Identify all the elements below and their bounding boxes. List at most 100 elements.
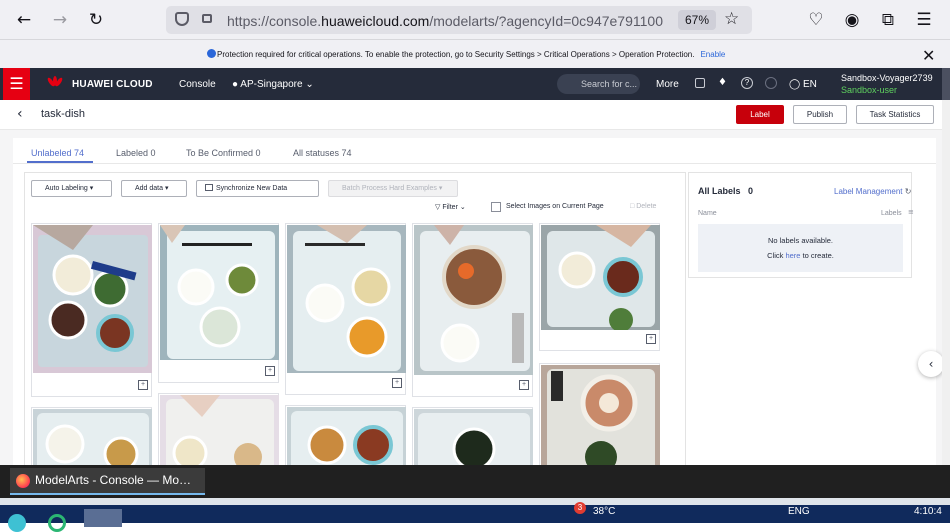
bookmark-star-icon[interactable]: ☆ [724,9,739,29]
page-scrollbar[interactable] [942,100,950,465]
caret-down-icon: ▾ [164,185,169,192]
forward-arrow-icon[interactable]: → [49,9,71,31]
zoom-icon[interactable]: + [392,378,402,388]
empty-state: No labels available. Click here to creat… [698,224,903,272]
clock[interactable]: 4:10:4 [914,506,942,517]
funnel-icon: ▽ [435,203,441,211]
tab-to-be-confirmed[interactable]: To Be Confirmed 0 [186,148,261,158]
zoom-level[interactable]: 67% [678,10,716,30]
language-selector[interactable]: ◯ EN [789,79,817,90]
user-menu[interactable]: Sandbox-Voyager2739 Sandbox-user [841,72,933,96]
account-icon[interactable]: ◉ [841,9,863,31]
create-hint: Click here to create. [767,251,834,260]
add-data-button[interactable]: Add data ▾ [121,180,187,197]
scrollbar[interactable] [942,68,950,100]
app-icon-active[interactable] [84,509,122,527]
shield-icon[interactable] [175,12,189,26]
trash-icon: □ [630,203,635,210]
column-labels: Labels [881,210,902,217]
notice-text: Protection required for critical operati… [217,50,695,59]
all-labels-title: All Labels 0 [698,186,754,196]
dish-image[interactable] [414,225,533,375]
task-header: ‹ task-dish Label Publish Task Statistic… [0,100,950,130]
browser-toolbar: ← → ↻ https://console.huaweicloud.com/mo… [0,0,950,40]
more-menu[interactable]: More [656,79,679,90]
zoom-icon[interactable]: + [519,380,529,390]
url-text[interactable]: https://console.huaweicloud.com/modelart… [227,13,672,29]
dish-image[interactable] [541,225,660,330]
dish-image[interactable] [287,225,406,373]
url-bar[interactable]: https://console.huaweicloud.com/modelart… [166,6,752,34]
delete-button[interactable]: □ Delete [630,203,656,210]
publish-button[interactable]: Publish [793,105,847,124]
zoom-icon[interactable]: + [646,334,656,344]
search-input[interactable]: Search for c... [557,74,640,94]
console-header: ☰ HUAWEI CLOUD Console ● AP-Singapore ⌄ … [0,68,950,100]
hamburger-menu-icon[interactable]: ☰ [3,68,30,100]
image-tile[interactable]: + [31,223,152,397]
dish-image[interactable] [33,225,152,373]
select-page-label: Select Images on Current Page [506,203,604,210]
enable-link[interactable]: Enable [700,50,725,59]
menu-icon[interactable]: ☰ [913,9,935,31]
caret-down-icon: ▾ [438,185,443,192]
brand-name[interactable]: HUAWEI CLOUD [72,79,153,90]
notification-badge: 3 [574,502,586,514]
window-taskbar: ModelArts - Console — Mo… [0,465,950,498]
batch-process-hard-examples-button[interactable]: Batch Process Hard Examples ▾ [328,180,458,197]
image-tile[interactable]: + [412,223,533,397]
zoom-icon[interactable]: + [265,366,275,376]
select-page-checkbox[interactable] [491,202,501,212]
label-management-link[interactable]: Label Management ↻ [834,187,911,196]
feedback-icon[interactable] [765,77,777,89]
region-selector[interactable]: ● AP-Singapore ⌄ [232,79,314,90]
close-icon[interactable]: ✕ [922,46,935,65]
app-icon[interactable] [48,514,66,532]
dish-image[interactable] [541,365,660,477]
back-chevron-icon[interactable]: ‹ [17,106,23,122]
taskbar-window-title: ModelArts - Console — Mo… [35,473,192,487]
bell-icon[interactable]: ♦ [718,77,727,88]
dish-image[interactable] [160,225,279,360]
user-name: Sandbox-Voyager2739 [841,73,933,83]
tab-labeled[interactable]: Labeled 0 [116,148,156,158]
back-arrow-icon[interactable]: ← [13,9,35,31]
column-name: Name [698,210,717,217]
system-taskbar: 3 38°C ENG 4:10:4 [0,502,950,532]
create-label-link[interactable]: here [785,251,800,260]
user-role: Sandbox-user [841,85,898,95]
labels-panel: All Labels 0 Label Management ↻ Name Lab… [688,172,914,278]
synchronize-new-data-button[interactable]: Synchronize New Data [196,180,319,197]
sort-icon[interactable]: ≡ [908,208,914,216]
help-icon[interactable]: ? [741,77,753,89]
labeling-panel: Unlabeled 74 Labeled 0 To Be Confirmed 0… [13,138,936,477]
pocket-icon[interactable]: ♡ [805,9,827,31]
auto-labeling-button[interactable]: Auto Labeling ▾ [31,180,112,197]
globe-icon: ◯ [789,79,801,90]
lock-icon[interactable] [202,14,212,23]
chevron-down-icon: ⌄ [459,204,466,211]
zoom-icon[interactable]: + [138,380,148,390]
collapse-panel-icon[interactable]: ‹ [918,351,944,377]
taskbar-window-firefox[interactable]: ModelArts - Console — Mo… [10,468,205,495]
ticket-icon[interactable] [695,78,705,88]
image-tile[interactable]: + [285,223,406,395]
sync-icon [205,184,213,191]
image-gallery: Auto Labeling ▾ Add data ▾ Synchronize N… [24,172,686,477]
extensions-icon[interactable]: ⧉ [877,9,899,31]
image-tile[interactable]: + [539,223,660,351]
app-icon[interactable] [8,514,26,532]
filter-button[interactable]: ▽ Filter ⌄ [435,203,466,211]
image-tile[interactable] [539,363,660,477]
task-statistics-button[interactable]: Task Statistics [856,105,934,124]
reload-icon[interactable]: ↻ [85,9,107,31]
tab-unlabeled[interactable]: Unlabeled 74 [31,148,84,158]
refresh-icon[interactable]: ↻ [905,187,912,196]
weather-text[interactable]: 38°C [593,506,615,517]
console-link[interactable]: Console [179,79,216,90]
label-button[interactable]: Label [736,105,784,124]
image-tile[interactable]: + [158,223,279,383]
language-indicator[interactable]: ENG [788,506,810,517]
tab-all-statuses[interactable]: All statuses 74 [293,148,352,158]
caret-down-icon: ▾ [89,185,94,192]
